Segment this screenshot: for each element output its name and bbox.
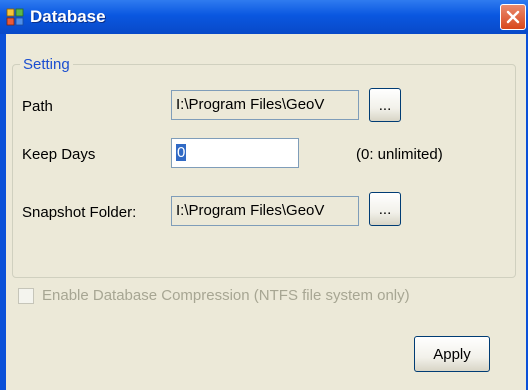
window-title: Database [30, 7, 106, 26]
database-dialog: Database Setting Path I:\Program Files\G… [0, 0, 528, 390]
path-browse-button[interactable]: ... [369, 88, 401, 122]
dialog-body: Setting Path I:\Program Files\GeoV ... K… [6, 34, 526, 390]
keep-days-hint: (0: unlimited) [356, 146, 443, 163]
compression-label: Enable Database Compression (NTFS file s… [42, 287, 410, 304]
apply-button[interactable]: Apply [414, 336, 490, 372]
keep-days-value: 0 [176, 144, 187, 161]
title-bar[interactable]: Database [0, 0, 528, 34]
snapshot-browse-button[interactable]: ... [369, 192, 401, 226]
app-icon [6, 8, 24, 26]
path-label: Path [22, 98, 53, 115]
close-icon [506, 10, 520, 24]
snapshot-folder-label: Snapshot Folder: [22, 204, 137, 221]
setting-group-title: Setting [20, 56, 73, 73]
keep-days-label: Keep Days [22, 146, 96, 163]
close-button[interactable] [500, 4, 526, 30]
snapshot-folder-field[interactable]: I:\Program Files\GeoV [171, 196, 359, 226]
path-field[interactable]: I:\Program Files\GeoV [171, 90, 359, 120]
keep-days-input[interactable]: 0 [171, 138, 299, 168]
compression-checkbox[interactable] [18, 288, 34, 304]
